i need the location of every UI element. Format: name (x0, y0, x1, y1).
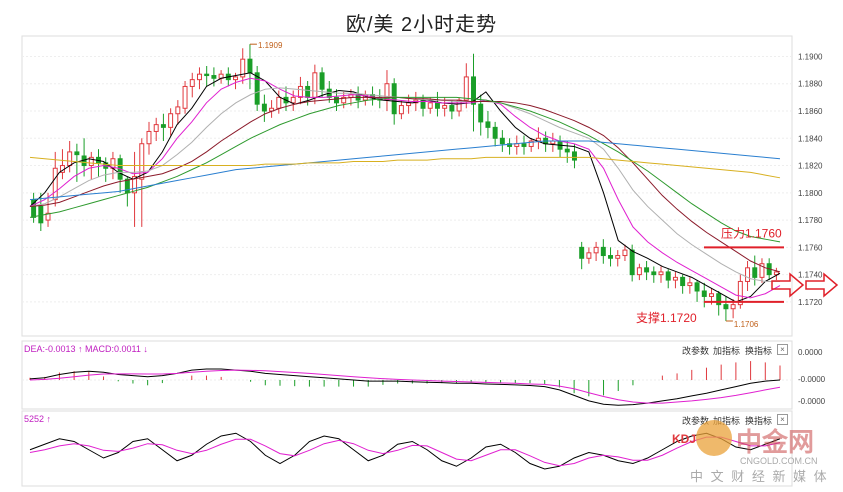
candle-body (680, 276, 686, 287)
kdj-legend-left: 5252 ↑ (24, 414, 52, 424)
candle-body (67, 151, 73, 167)
candle-body (398, 105, 404, 115)
candle-body (74, 151, 80, 156)
watermark-tagline: 中 文 财 经 新 媒 体 (690, 469, 829, 484)
candle-body (211, 75, 217, 79)
y-tick-label: 1.1840 (798, 134, 823, 143)
candle-body (723, 304, 729, 310)
candle-body (305, 85, 311, 98)
candle-body (716, 293, 722, 306)
y-tick-label: 1.1720 (798, 298, 823, 307)
candle-body (651, 271, 657, 276)
candle-body (442, 105, 448, 109)
watermark-logo-text: 中金网 (736, 427, 815, 457)
candle-body (427, 102, 433, 109)
candle-body (196, 73, 202, 81)
main-panel-border (21, 35, 793, 337)
candle-body (665, 271, 671, 281)
candle-body (622, 249, 628, 257)
candle-body (687, 282, 693, 287)
y-tick-label: 1.1860 (798, 107, 823, 116)
candle-body (593, 246, 599, 254)
macd-add-indicator-button[interactable]: 加指标 (713, 344, 740, 357)
y-tick-label: 1.1800 (798, 189, 823, 198)
candle-body (571, 151, 577, 161)
y-tick-label: 1.1740 (798, 271, 823, 280)
y-tick-label: 1.1820 (798, 162, 823, 171)
macd-y-tick-label: -0.0000 (798, 375, 826, 384)
candle-body (168, 113, 174, 128)
candle-body (600, 246, 606, 257)
y-tick-label: 1.1780 (798, 216, 823, 225)
candle-body (406, 102, 412, 107)
candle-body (261, 103, 267, 112)
candle-body (139, 143, 145, 180)
y-tick-label: 1.1880 (798, 80, 823, 89)
y-tick-label: 1.1760 (798, 243, 823, 252)
candle-body (672, 276, 678, 281)
candle-body (701, 290, 707, 297)
candle-body (160, 124, 166, 128)
candle-body (745, 267, 751, 282)
macd-dea-line (29, 369, 781, 404)
candle-body (312, 72, 318, 98)
candle-body (434, 102, 440, 109)
candle-body (485, 121, 491, 128)
candle-body (146, 130, 152, 145)
candle-body (492, 126, 498, 139)
candle-body (644, 267, 650, 273)
resistance-label: 压力1.1760 (721, 226, 782, 240)
candle-body (586, 252, 592, 259)
candle-body (52, 167, 58, 201)
candle-body (709, 293, 714, 297)
watermark-logo-icon (696, 420, 732, 456)
candle-body (233, 76, 239, 81)
kdj-legend: KDJ (672, 432, 697, 446)
candle-body (730, 304, 736, 310)
candle-body (204, 73, 210, 77)
candle-body (478, 103, 484, 123)
candle-body (608, 255, 614, 259)
candle-body (391, 83, 397, 115)
moving-average-line (29, 87, 780, 282)
candle-body (189, 79, 195, 87)
macd-y-tick-label: 0.0000 (798, 348, 823, 357)
candle-body (629, 249, 635, 276)
candle-body (636, 267, 642, 276)
kdj-k-line (29, 432, 781, 470)
candle-body (463, 76, 469, 101)
candle-body (319, 72, 325, 90)
moving-average-line (29, 96, 781, 273)
candle-body (124, 178, 130, 194)
macd-close-button[interactable]: × (777, 344, 788, 355)
candle-body (297, 85, 303, 98)
candle-body (153, 124, 159, 132)
macd-switch-indicator-button[interactable]: 换指标 (745, 344, 772, 357)
kdj-d-line (29, 436, 781, 467)
candle-body (752, 267, 758, 278)
candle-body (290, 96, 296, 104)
candle-body (334, 96, 339, 104)
candle-body (658, 271, 664, 276)
candle-body (521, 143, 527, 147)
candle-body (247, 58, 253, 74)
candle-body (615, 255, 621, 259)
y-tick-label: 1.1900 (798, 52, 823, 61)
candle-body (276, 96, 282, 109)
candle-body (564, 148, 570, 153)
candle-body (499, 137, 505, 145)
high-label: 1.1909 (258, 41, 283, 50)
candle-body (175, 106, 181, 115)
candle-body (694, 282, 700, 292)
macd-change-params-button[interactable]: 改参数 (682, 344, 709, 357)
candle-body (449, 105, 455, 112)
candle-body (182, 85, 188, 109)
low-label: 1.1706 (734, 320, 759, 329)
watermark-url: CNGOLD.COM.CN (740, 456, 818, 466)
macd-y-tick-label: -0.0000 (798, 397, 826, 406)
candle-body (579, 246, 585, 259)
support-label: 支撑1.1720 (636, 310, 697, 325)
macd-legend: DEA:-0.0013 ↑ MACD:0.0011 ↓ (24, 344, 148, 354)
